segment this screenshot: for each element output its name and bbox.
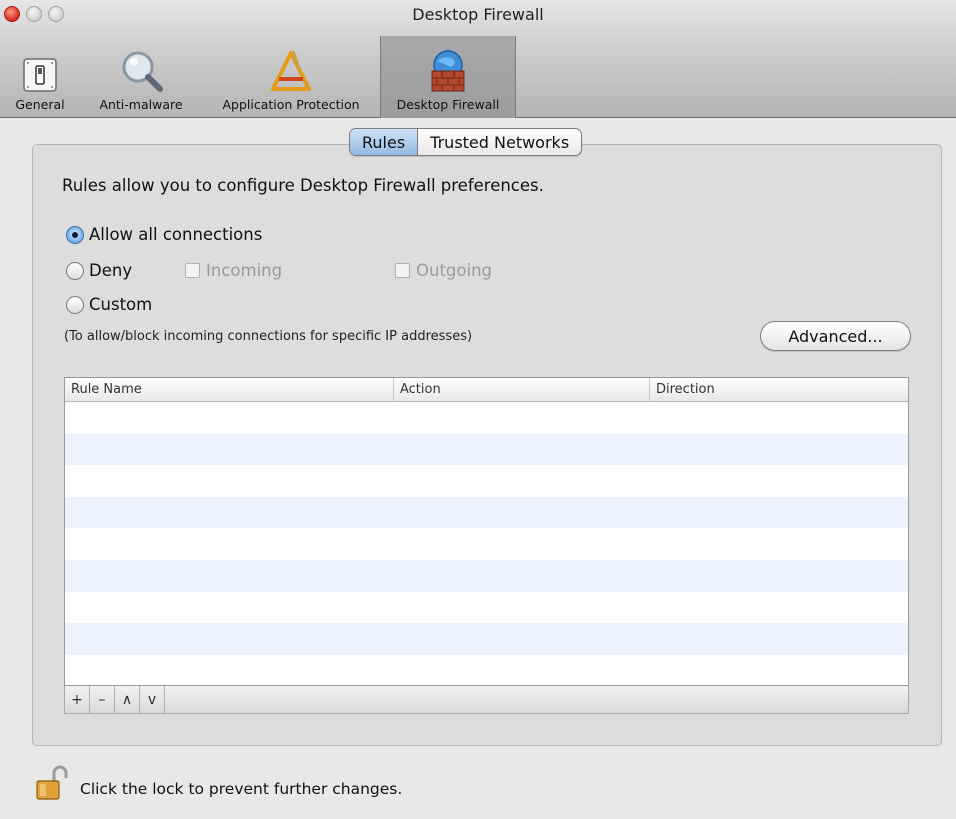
toolbar-item-label: General: [15, 97, 65, 112]
advanced-button[interactable]: Advanced...: [760, 321, 911, 351]
toolbar-item-label: Anti-malware: [99, 97, 183, 112]
table-row[interactable]: [65, 592, 908, 624]
deny-radio-option[interactable]: Deny: [66, 261, 132, 280]
window-title: Desktop Firewall: [412, 5, 544, 24]
custom-hint-text: (To allow/block incoming connections for…: [64, 329, 473, 344]
toolbar-item-label: Application Protection: [222, 97, 360, 112]
table-footer-toolbar: + – ∧ v: [64, 686, 909, 714]
table-row[interactable]: [65, 465, 908, 497]
tab-rules[interactable]: Rules: [350, 129, 419, 155]
outgoing-label: Outgoing: [416, 261, 492, 280]
magnifier-icon: [118, 49, 164, 93]
toolbar-item-application-protection[interactable]: Application Protection: [202, 36, 380, 118]
toolbar-item-desktop-firewall[interactable]: Desktop Firewall: [380, 36, 516, 118]
switch-icon: [22, 49, 58, 93]
panel-description: Rules allow you to configure Desktop Fir…: [62, 176, 544, 195]
tab-trusted-networks[interactable]: Trusted Networks: [418, 129, 581, 155]
app-triangle-icon: [269, 49, 313, 93]
toolbar-item-anti-malware[interactable]: Anti-malware: [80, 36, 202, 118]
incoming-label: Incoming: [206, 261, 283, 280]
incoming-checkbox[interactable]: [185, 263, 200, 278]
column-header-direction[interactable]: Direction: [650, 378, 908, 401]
table-row[interactable]: [65, 655, 908, 685]
custom-radio[interactable]: [66, 295, 84, 314]
table-row[interactable]: [65, 433, 908, 466]
rules-table: Rule Name Action Direction: [64, 377, 909, 686]
table-row[interactable]: [65, 496, 908, 529]
deny-label: Deny: [89, 261, 133, 280]
column-header-rule-name[interactable]: Rule Name: [65, 378, 394, 401]
add-rule-button[interactable]: +: [65, 686, 90, 713]
firewall-globe-icon: [427, 49, 469, 93]
toolbar-item-label: Desktop Firewall: [396, 97, 500, 112]
incoming-checkbox-option[interactable]: Incoming: [185, 261, 282, 280]
tab-control: Rules Trusted Networks: [349, 128, 583, 156]
table-header: Rule Name Action Direction: [65, 378, 908, 402]
lock-status-text: Click the lock to prevent further change…: [80, 780, 403, 798]
toolbar-item-general[interactable]: General: [0, 36, 80, 118]
custom-radio-option[interactable]: Custom: [66, 295, 152, 314]
column-header-action[interactable]: Action: [394, 378, 650, 401]
table-row[interactable]: [65, 623, 908, 655]
allow-all-radio[interactable]: [66, 225, 84, 244]
table-row[interactable]: [65, 559, 908, 592]
outgoing-checkbox[interactable]: [395, 263, 410, 278]
allow-all-label: Allow all connections: [89, 225, 263, 244]
open-lock-icon[interactable]: [36, 765, 68, 805]
move-up-button[interactable]: ∧: [115, 686, 140, 713]
table-row[interactable]: [65, 528, 908, 560]
window-titlebar: Desktop Firewall General Anti-malware Ap…: [0, 0, 956, 118]
remove-rule-button[interactable]: –: [90, 686, 115, 713]
allow-all-radio-option[interactable]: Allow all connections: [66, 225, 262, 244]
move-down-button[interactable]: v: [140, 686, 165, 713]
outgoing-checkbox-option[interactable]: Outgoing: [395, 261, 492, 280]
preferences-toolbar: General Anti-malware Application Protect…: [0, 36, 516, 118]
lock-bar: Click the lock to prevent further change…: [36, 765, 402, 805]
table-row[interactable]: [65, 402, 908, 434]
deny-radio[interactable]: [66, 261, 84, 280]
custom-label: Custom: [89, 295, 153, 314]
